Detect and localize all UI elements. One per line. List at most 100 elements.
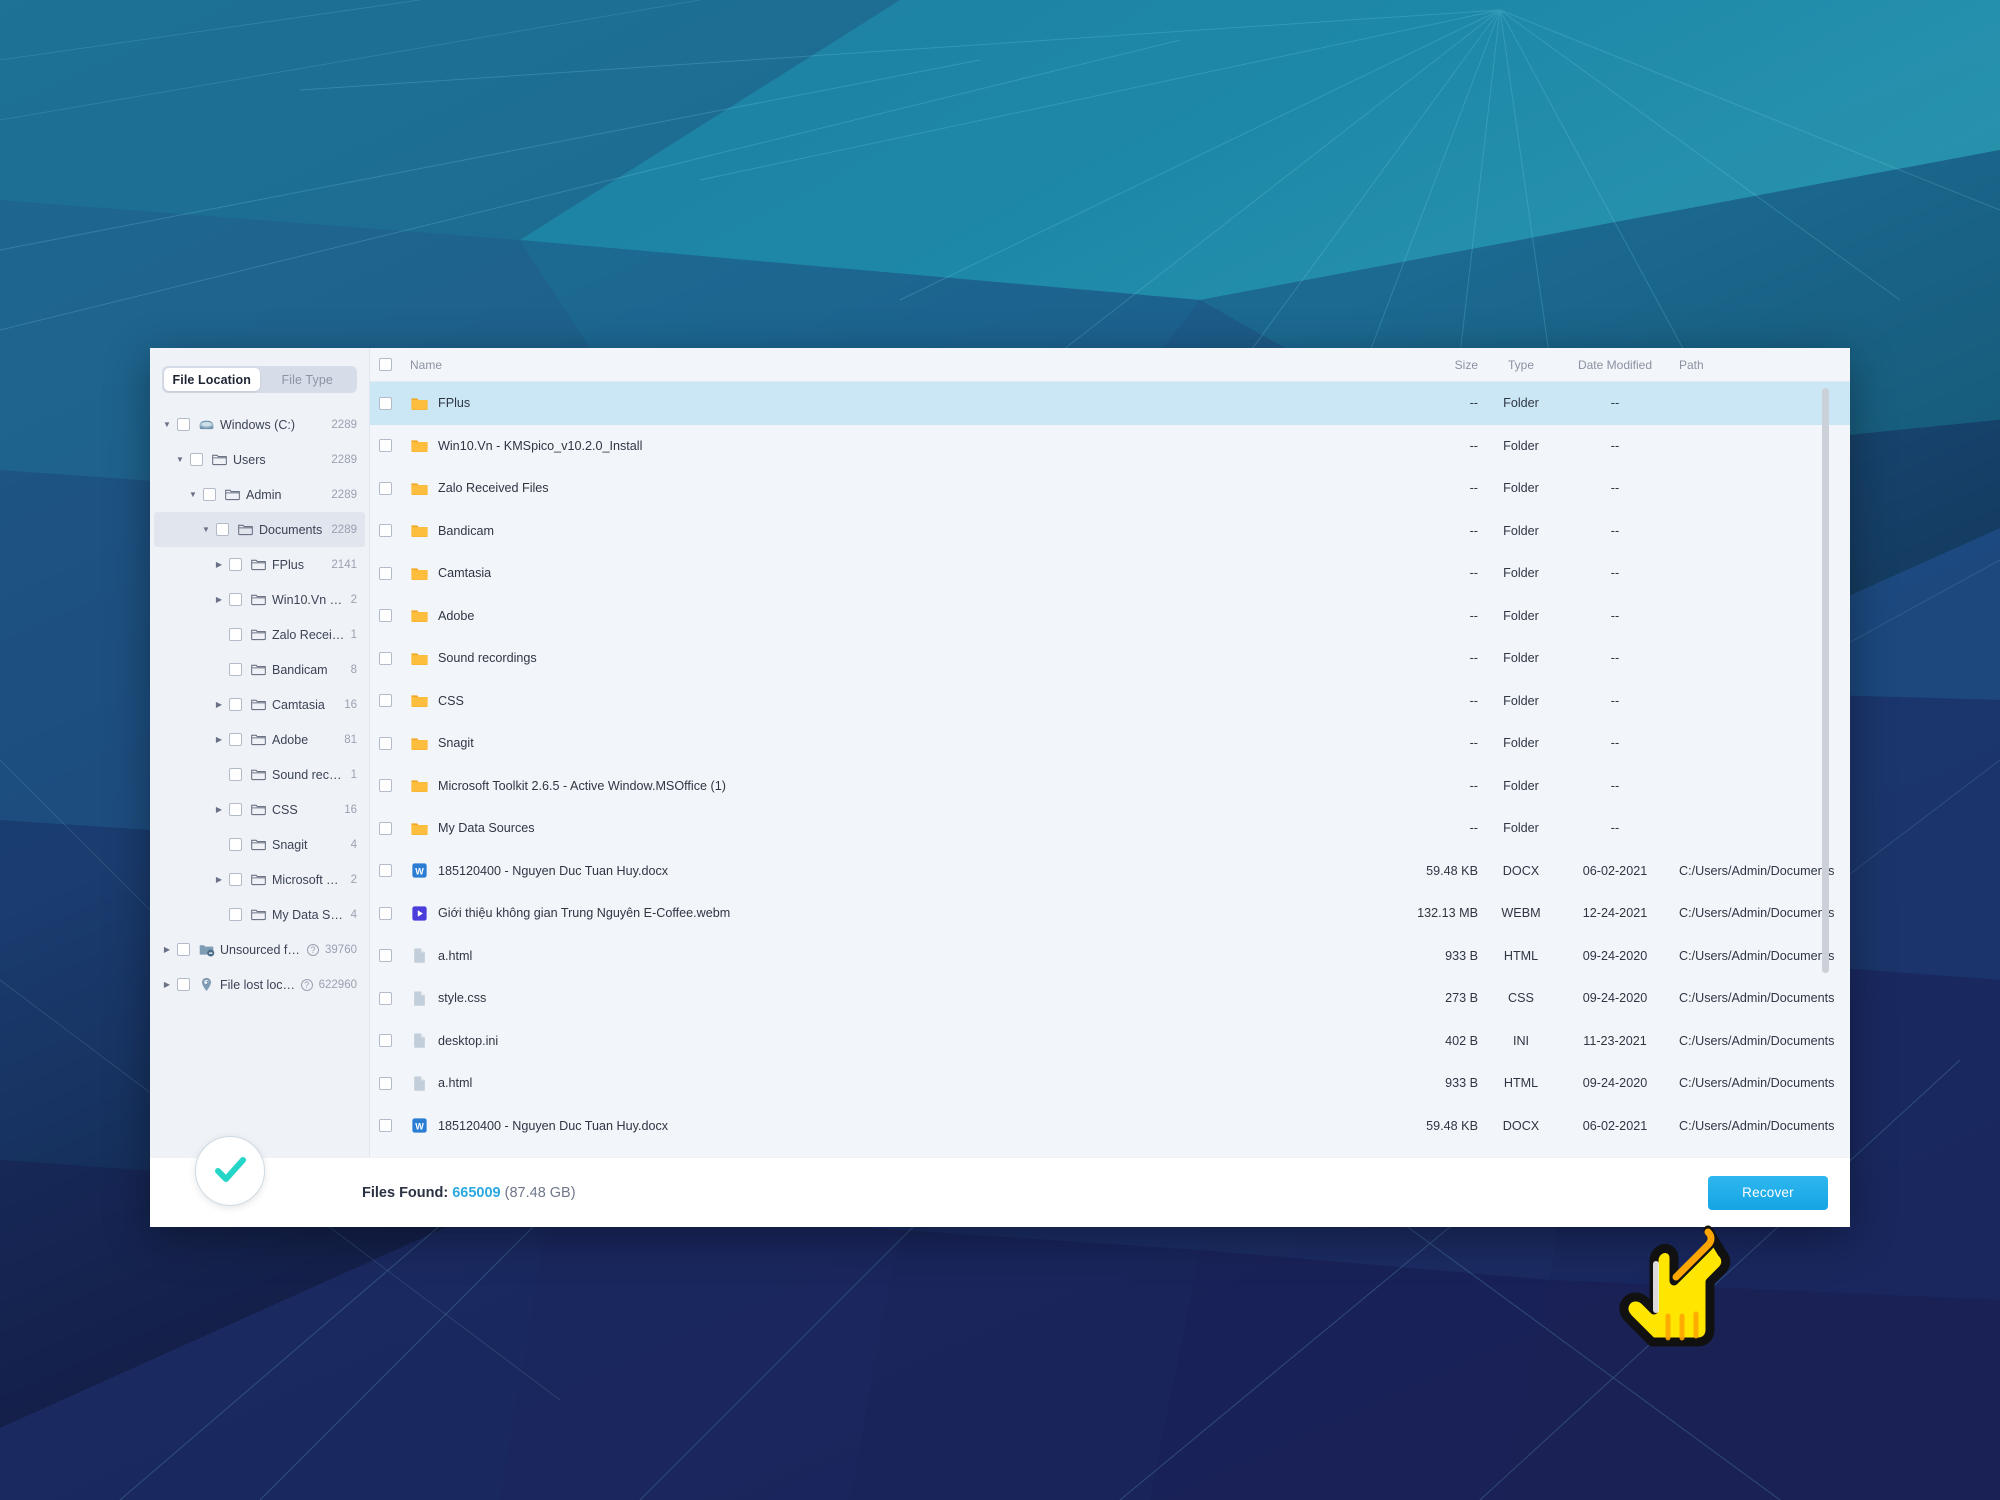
table-row[interactable]: W 185120400 - Nguyen Duc Tuan Huy.docx 59.…: [370, 850, 1850, 893]
chevron-right-icon[interactable]: ▶: [212, 735, 226, 744]
tree-item-checkbox[interactable]: [229, 558, 242, 571]
select-all-checkbox[interactable]: [379, 358, 392, 371]
table-row[interactable]: Win10.Vn - KMSpico_v10.2.0_Install -- Fold…: [370, 425, 1850, 468]
row-checkbox[interactable]: [379, 439, 392, 453]
table-row[interactable]: Giới thiệu không gian Trung Nguyên E-Cof…: [370, 892, 1850, 935]
row-checkbox[interactable]: [379, 991, 392, 1005]
help-icon[interactable]: ?: [307, 943, 320, 956]
table-row[interactable]: Snagit -- Folder --: [370, 722, 1850, 765]
row-checkbox-cell[interactable]: [379, 736, 407, 750]
row-checkbox-cell[interactable]: [379, 779, 407, 793]
column-header-path[interactable]: Path: [1670, 358, 1850, 372]
row-checkbox-cell[interactable]: [379, 991, 407, 1005]
tree-item-windows-c[interactable]: ▼ Windows (C:) 2289: [154, 407, 365, 442]
tree-item-checkbox[interactable]: [229, 873, 242, 886]
row-checkbox[interactable]: [379, 1076, 392, 1090]
row-checkbox[interactable]: [379, 396, 392, 410]
tree-item-unsourced-files[interactable]: ▶ Unsourced files? 39760: [154, 932, 365, 967]
row-checkbox[interactable]: [379, 1119, 392, 1133]
row-checkbox-cell[interactable]: [379, 906, 407, 920]
table-row[interactable]: a.html 933 B HTML 09-24-2020 C:/Users/Admin/…: [370, 1062, 1850, 1105]
table-row[interactable]: desktop.ini 402 B INI 11-23-2021 C:/Users/Ad…: [370, 1020, 1850, 1063]
chevron-right-icon[interactable]: ▶: [160, 945, 174, 954]
row-checkbox-cell[interactable]: [379, 821, 407, 835]
chevron-right-icon[interactable]: ▶: [212, 700, 226, 709]
row-checkbox[interactable]: [379, 609, 392, 623]
table-row[interactable]: My Data Sources -- Folder --: [370, 807, 1850, 850]
row-checkbox-cell[interactable]: [379, 481, 407, 495]
table-row[interactable]: CSS -- Folder --: [370, 680, 1850, 723]
row-checkbox-cell[interactable]: [379, 949, 407, 963]
table-row[interactable]: Zalo Received Files -- Folder --: [370, 467, 1850, 510]
tree-item-checkbox[interactable]: [229, 908, 242, 921]
tab-file-location[interactable]: File Location: [164, 368, 260, 391]
table-row[interactable]: style.css 273 B CSS 09-24-2020 C:/Users/Admi…: [370, 977, 1850, 1020]
select-all-checkbox-cell[interactable]: [379, 358, 407, 371]
chevron-down-icon[interactable]: ▼: [186, 490, 200, 499]
table-row[interactable]: Adobe -- Folder --: [370, 595, 1850, 638]
tree-item-file-lost-location[interactable]: ▶ File lost location? 622960: [154, 967, 365, 1002]
tree-item-documents[interactable]: ▼ Documents 2289: [154, 512, 365, 547]
tree-item-sound-recordings[interactable]: ▶Sound recordings1: [154, 757, 365, 792]
row-checkbox[interactable]: [379, 779, 392, 793]
row-checkbox[interactable]: [379, 906, 392, 920]
tree-item-checkbox[interactable]: [190, 453, 203, 466]
tree-item-camtasia[interactable]: ▶ Camtasia 16: [154, 687, 365, 722]
row-checkbox-cell[interactable]: [379, 524, 407, 538]
tree-item-checkbox[interactable]: [229, 628, 242, 641]
table-row[interactable]: FPlus -- Folder --: [370, 382, 1850, 425]
chevron-right-icon[interactable]: ▶: [212, 875, 226, 884]
row-checkbox-cell[interactable]: [379, 1119, 407, 1133]
chevron-right-icon[interactable]: ▶: [160, 980, 174, 989]
chevron-down-icon[interactable]: ▼: [199, 525, 213, 534]
row-checkbox[interactable]: [379, 1034, 392, 1048]
row-checkbox[interactable]: [379, 566, 392, 580]
chevron-right-icon[interactable]: ▶: [212, 805, 226, 814]
tree-item-checkbox[interactable]: [229, 803, 242, 816]
row-checkbox[interactable]: [379, 736, 392, 750]
file-list-scrollbar-thumb[interactable]: [1822, 388, 1829, 973]
table-row[interactable]: Microsoft Toolkit 2.6.5 - Active Window.…: [370, 765, 1850, 808]
tree-item-bandicam[interactable]: ▶Bandicam8: [154, 652, 365, 687]
help-icon[interactable]: ?: [300, 978, 313, 991]
row-checkbox[interactable]: [379, 821, 392, 835]
row-checkbox[interactable]: [379, 481, 392, 495]
tree-item-checkbox[interactable]: [229, 733, 242, 746]
row-checkbox-cell[interactable]: [379, 1034, 407, 1048]
tree-item-checkbox[interactable]: [177, 418, 190, 431]
tree-item-checkbox[interactable]: [229, 768, 242, 781]
table-row[interactable]: Camtasia -- Folder --: [370, 552, 1850, 595]
tree-item-win10-vn-kms[interactable]: ▶ Win10.Vn - KMS... 2: [154, 582, 365, 617]
tree-item-checkbox[interactable]: [177, 978, 190, 991]
chevron-down-icon[interactable]: ▼: [173, 455, 187, 464]
tree-item-microsoft-toolki[interactable]: ▶ Microsoft Toolki... 2: [154, 862, 365, 897]
tree-item-checkbox[interactable]: [216, 523, 229, 536]
column-header-name[interactable]: Name: [407, 358, 1386, 372]
tree-item-checkbox[interactable]: [229, 698, 242, 711]
row-checkbox-cell[interactable]: [379, 566, 407, 580]
table-row[interactable]: Sound recordings -- Folder --: [370, 637, 1850, 680]
tree-item-admin[interactable]: ▼ Admin 2289: [154, 477, 365, 512]
tree-item-checkbox[interactable]: [229, 838, 242, 851]
tree-item-my-data-sources[interactable]: ▶My Data Sources4: [154, 897, 365, 932]
tree-item-snagit[interactable]: ▶Snagit4: [154, 827, 365, 862]
tree-item-adobe[interactable]: ▶ Adobe 81: [154, 722, 365, 757]
tree-item-users[interactable]: ▼ Users 2289: [154, 442, 365, 477]
table-row[interactable]: Bandicam -- Folder --: [370, 510, 1850, 553]
tab-file-type[interactable]: File Type: [260, 368, 356, 391]
column-header-date-modified[interactable]: Date Modified: [1560, 358, 1670, 372]
column-header-type[interactable]: Type: [1482, 358, 1560, 372]
row-checkbox[interactable]: [379, 651, 392, 665]
file-list-scrollbar[interactable]: [1822, 388, 1829, 1149]
table-row[interactable]: W 185120400 - Nguyen Duc Tuan Huy.docx 59.…: [370, 1105, 1850, 1148]
tree-item-checkbox[interactable]: [177, 943, 190, 956]
chevron-down-icon[interactable]: ▼: [160, 420, 174, 429]
row-checkbox-cell[interactable]: [379, 609, 407, 623]
row-checkbox[interactable]: [379, 949, 392, 963]
tree-item-zalo-received-fil[interactable]: ▶Zalo Received Fil...1: [154, 617, 365, 652]
row-checkbox-cell[interactable]: [379, 1076, 407, 1090]
tree-item-fplus[interactable]: ▶ FPlus 2141: [154, 547, 365, 582]
row-checkbox-cell[interactable]: [379, 651, 407, 665]
tree-item-checkbox[interactable]: [229, 593, 242, 606]
row-checkbox[interactable]: [379, 524, 392, 538]
